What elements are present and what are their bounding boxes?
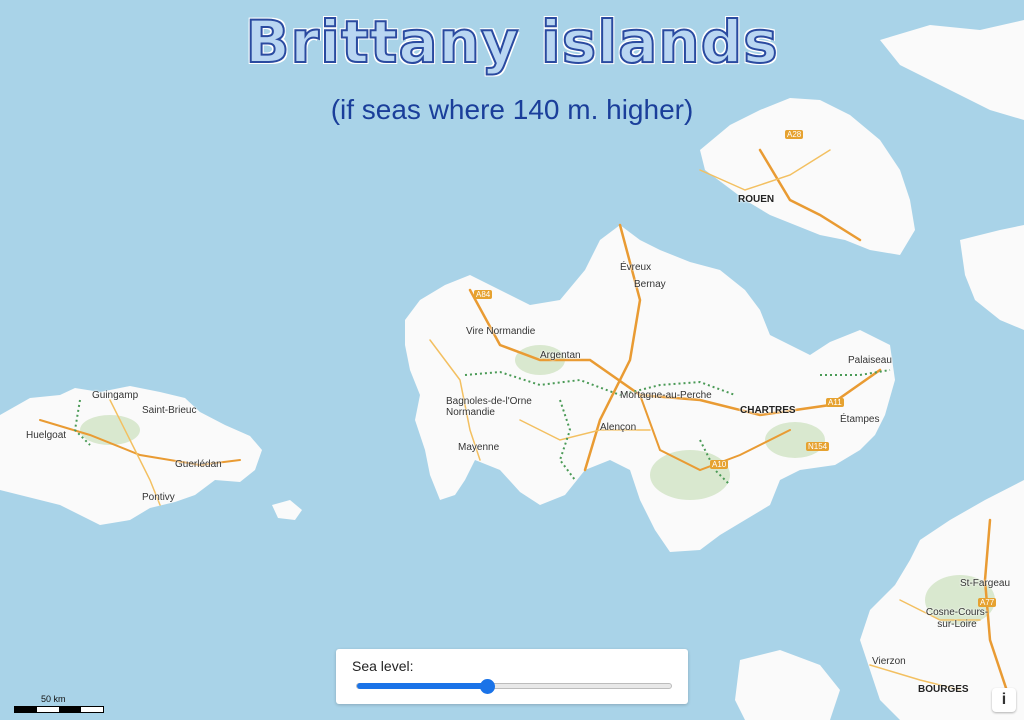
place-label-chartres: CHARTRES [740, 405, 796, 416]
place-label-guingamp: Guingamp [92, 390, 139, 401]
place-label-pontivy: Pontivy [142, 492, 175, 503]
forest-patch [765, 422, 825, 458]
road-shield-n154: N154 [806, 442, 830, 451]
scale-bar: 50 km [14, 694, 104, 714]
info-icon[interactable]: i [992, 688, 1016, 712]
place-label-bagnoles: Bagnoles-de-l'Orne Normandie [446, 396, 532, 418]
place-label-saint-fargeau: St-Fargeau [960, 578, 1011, 589]
place-label-guerledan: Guerlédan [175, 459, 222, 470]
place-label-vire: Vire Normandie [466, 326, 536, 337]
sea-level-label: Sea level: [352, 658, 414, 674]
place-label-bernay: Bernay [634, 279, 666, 290]
road-shield-a10: A10 [710, 460, 729, 469]
sea-level-slider[interactable] [356, 679, 672, 694]
place-label-mortagne: Mortagne-au-Perche [620, 390, 712, 401]
place-label-saint-brieuc: Saint-Brieuc [142, 405, 197, 416]
forest-patch [650, 450, 730, 500]
place-label-huelgoat: Huelgoat [26, 430, 67, 441]
place-label-argentan: Argentan [540, 350, 581, 361]
place-label-cosne: Cosne-Cours-sur-Loire [925, 607, 989, 630]
place-label-palaiseau: Palaiseau [848, 355, 892, 366]
road-shield-a28: A28 [785, 130, 804, 139]
place-label-bourges: BOURGES [918, 684, 969, 695]
road-shield-a84: A84 [474, 290, 493, 299]
place-label-etampes: Étampes [840, 414, 880, 425]
place-label-alencon: Alençon [600, 422, 637, 433]
scale-bar-label: 50 km [41, 694, 66, 704]
road-shield-a77: A77 [978, 598, 997, 607]
place-label-mayenne: Mayenne [458, 442, 500, 453]
place-label-rouen: ROUEN [738, 194, 775, 205]
road-shield-a11: A11 [826, 398, 844, 407]
map-title: Brittany islands [244, 7, 779, 77]
map-subtitle: (if seas where 140 m. higher) [330, 94, 694, 125]
scale-bar-graphic [14, 706, 104, 713]
sea-level-panel: Sea level: [336, 649, 688, 704]
sea-level-slider-thumb[interactable] [480, 679, 495, 694]
place-label-vierzon: Vierzon [872, 656, 906, 667]
place-label-evreux: Évreux [620, 262, 652, 273]
sea-level-slider-fill [357, 683, 487, 689]
